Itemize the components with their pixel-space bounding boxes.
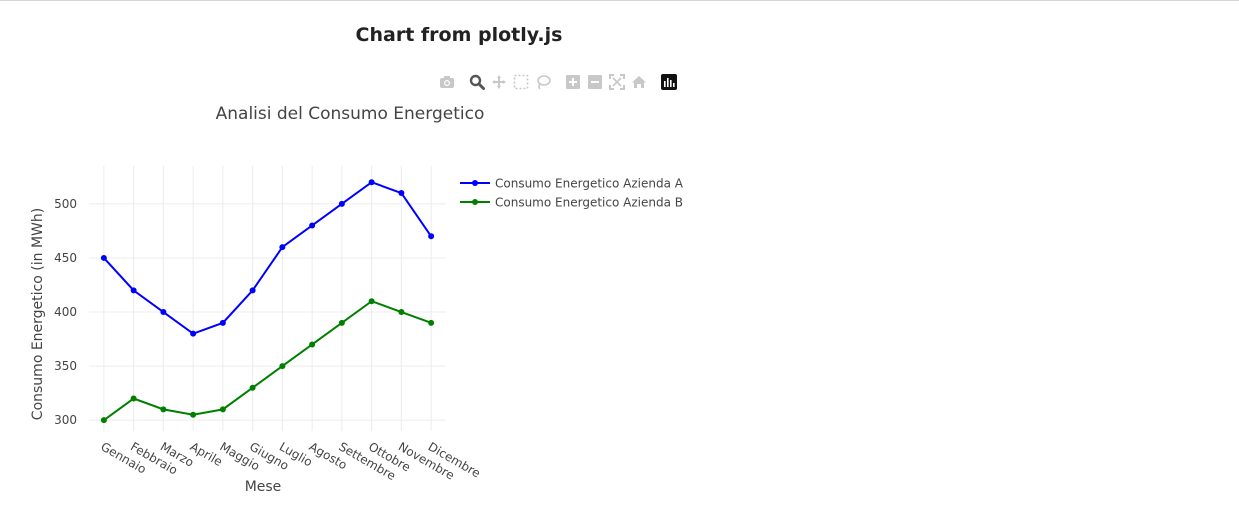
data-point[interactable] [279,363,286,370]
data-point[interactable] [368,298,375,305]
data-point[interactable] [249,287,256,294]
legend-label: Consumo Energetico Azienda B [495,196,683,210]
y-tick-label: 350 [54,359,77,373]
data-point[interactable] [279,244,286,251]
data-point[interactable] [160,309,167,316]
data-point[interactable] [309,341,316,348]
plotly-logo-icon[interactable] [658,71,680,93]
data-point[interactable] [398,309,405,316]
legend-label: Consumo Energetico Azienda A [495,177,684,191]
gridlines [89,166,446,431]
chart-title: Analisi del Consumo Energetico [216,104,485,124]
zoom-icon[interactable] [466,71,488,93]
y-tick-label: 400 [54,305,77,319]
data-point[interactable] [428,233,435,240]
zoom-out-icon[interactable] [584,71,606,93]
legend-item[interactable]: Consumo Energetico Azienda A [460,177,684,191]
camera-icon[interactable] [436,71,458,93]
line-chart: 300 350 400 450 500 GennaioFebbraioMarzoApri… [30,104,684,495]
legend-marker-a [472,180,478,186]
data-point[interactable] [219,406,226,413]
lasso-select-icon[interactable] [532,71,554,93]
autoscale-icon[interactable] [606,71,628,93]
x-axis-label: Mese [245,479,282,495]
data-point[interactable] [338,200,345,207]
data-point[interactable] [338,319,345,326]
data-point[interactable] [398,190,405,197]
data-point[interactable] [190,330,197,337]
top-divider [0,0,1239,1]
y-axis-label: Consumo Energetico (in MWh) [30,208,46,420]
data-point[interactable] [249,384,256,391]
y-tick-label: 300 [54,413,77,427]
series-line-b [103,300,432,421]
legend-marker-b [472,199,478,205]
reset-axes-icon[interactable] [628,71,650,93]
series-layer [100,179,435,424]
data-point[interactable] [309,222,316,229]
pan-icon[interactable] [488,71,510,93]
legend-item[interactable]: Consumo Energetico Azienda B [460,196,683,210]
modebar [436,71,680,93]
page-title: Chart from plotly.js [355,24,563,46]
legend: Consumo Energetico Azienda A Consumo Ene… [460,177,684,210]
data-point[interactable] [219,319,226,326]
data-point[interactable] [160,406,167,413]
data-point[interactable] [190,411,197,418]
data-point[interactable] [100,254,107,261]
x-tick-label: Aprile [188,439,225,469]
data-point[interactable] [100,417,107,424]
y-axis-ticks: 300 350 400 450 500 [54,197,77,427]
zoom-in-icon[interactable] [562,71,584,93]
data-point[interactable] [428,319,435,326]
x-axis-ticks: GennaioFebbraioMarzoAprileMaggioGiugnoLu… [98,439,482,483]
data-point[interactable] [368,179,375,186]
box-select-icon[interactable] [510,71,532,93]
data-point[interactable] [130,395,137,402]
y-tick-label: 450 [54,251,77,265]
y-tick-label: 500 [54,197,77,211]
data-point[interactable] [130,287,137,294]
